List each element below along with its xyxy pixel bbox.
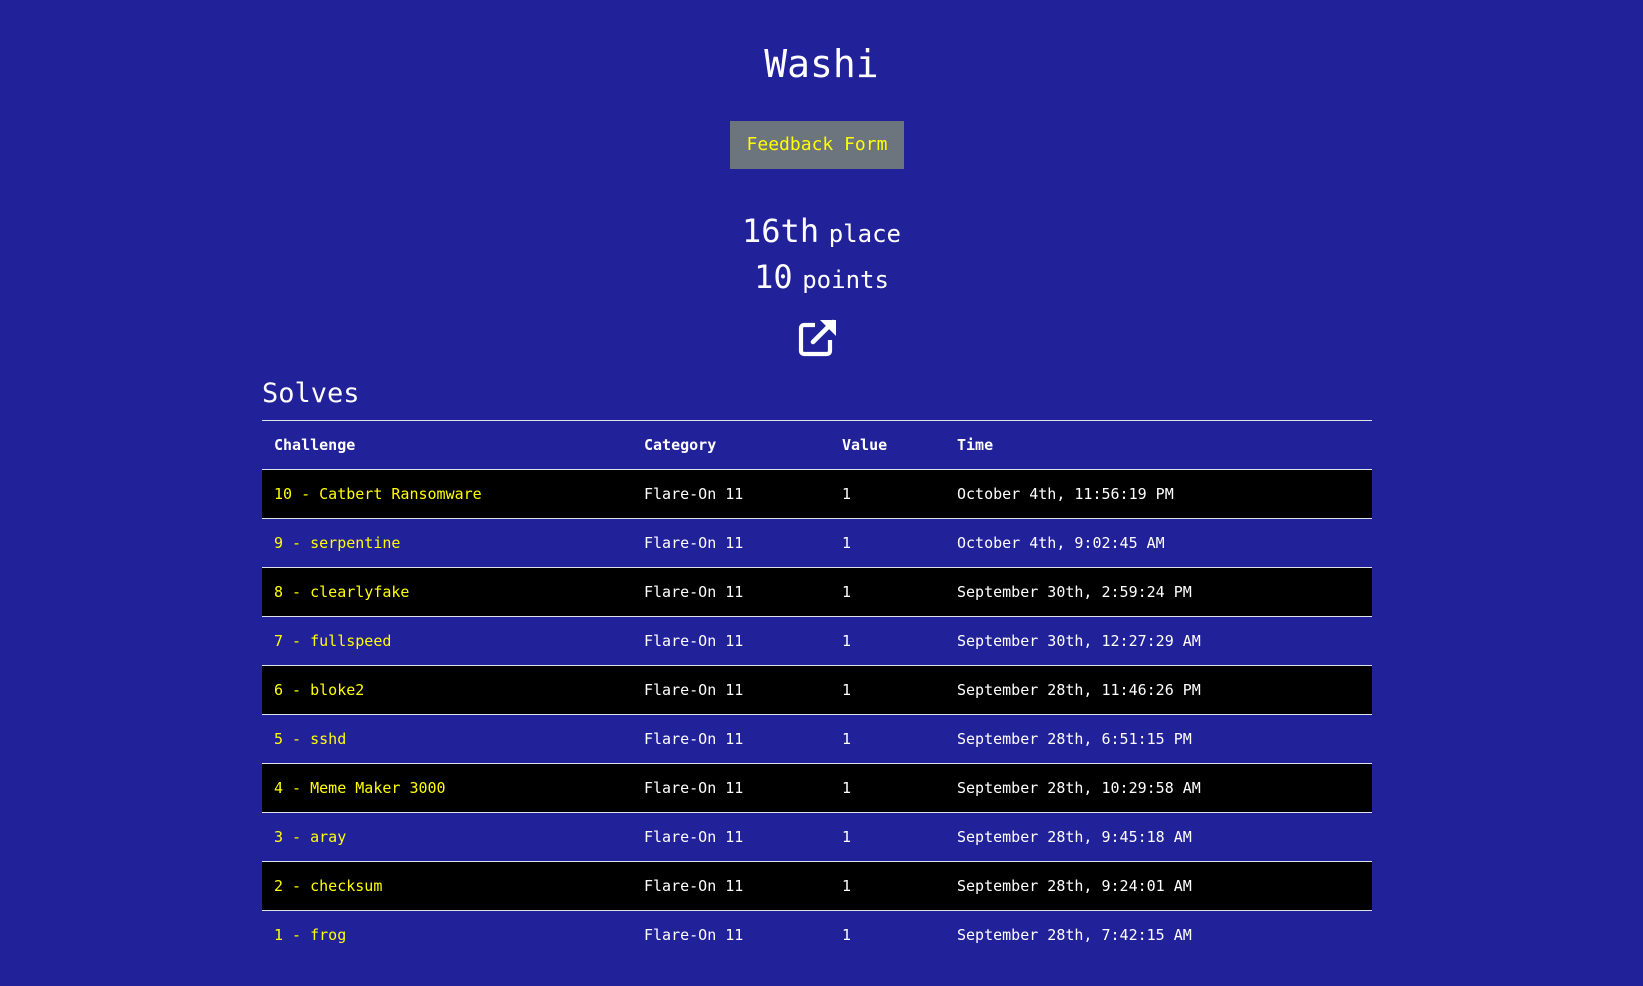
points-stat: 10 points xyxy=(0,256,1643,301)
table-header-row: Challenge Category Value Time xyxy=(262,420,1372,470)
table-row: 7 - fullspeed Flare-On 11 1 September 30… xyxy=(262,616,1372,666)
value-cell: 1 xyxy=(842,681,852,699)
table-row: 9 - serpentine Flare-On 11 1 October 4th… xyxy=(262,518,1372,568)
points-value: 10 xyxy=(754,258,793,296)
category-cell: Flare-On 11 xyxy=(644,877,744,895)
challenge-cell: 9 - serpentine xyxy=(262,519,632,568)
challenge-cell: 7 - fullspeed xyxy=(262,617,632,666)
category-cell: Flare-On 11 xyxy=(644,681,744,699)
challenge-link[interactable]: 6 - bloke2 xyxy=(274,681,364,699)
challenge-cell: 3 - aray xyxy=(262,813,632,862)
feedback-form-button[interactable]: Feedback Form xyxy=(730,121,904,169)
category-cell: Flare-On 11 xyxy=(644,828,744,846)
category-cell: Flare-On 11 xyxy=(644,583,744,601)
time-cell: September 28th, 6:51:15 PM xyxy=(957,730,1192,748)
column-header-challenge: Challenge xyxy=(274,436,356,454)
value-cell: 1 xyxy=(842,877,852,895)
table-row: 5 - sshd Flare-On 11 1 September 28th, 6… xyxy=(262,714,1372,764)
table-row: 6 - bloke2 Flare-On 11 1 September 28th,… xyxy=(262,665,1372,715)
challenge-link[interactable]: 8 - clearlyfake xyxy=(274,583,409,601)
table-row: 4 - Meme Maker 3000 Flare-On 11 1 Septem… xyxy=(262,763,1372,813)
challenge-cell: 8 - clearlyfake xyxy=(262,568,632,617)
time-cell: September 28th, 10:29:58 AM xyxy=(957,779,1201,797)
category-cell: Flare-On 11 xyxy=(644,926,744,945)
category-cell: Flare-On 11 xyxy=(644,632,744,650)
time-cell: September 28th, 7:42:15 AM xyxy=(957,926,1192,945)
challenge-cell: 10 - Catbert Ransomware xyxy=(262,470,632,519)
challenge-cell: 5 - sshd xyxy=(262,715,632,764)
time-cell: October 4th, 9:02:45 AM xyxy=(957,534,1165,552)
value-cell: 1 xyxy=(842,828,852,846)
value-cell: 1 xyxy=(842,926,852,945)
solves-heading: Solves xyxy=(262,378,360,409)
value-cell: 1 xyxy=(842,730,852,748)
place-value: 16th xyxy=(742,212,820,250)
category-cell: Flare-On 11 xyxy=(644,534,744,552)
points-label: points xyxy=(802,266,889,294)
value-cell: 1 xyxy=(842,583,852,601)
value-cell: 1 xyxy=(842,779,852,797)
place-label: place xyxy=(828,220,901,248)
column-header-category: Category xyxy=(644,436,717,454)
table-row: 2 - checksum Flare-On 11 1 September 28t… xyxy=(262,861,1372,911)
challenge-link[interactable]: 3 - aray xyxy=(274,828,346,846)
column-header-time: Time xyxy=(957,436,994,454)
category-cell: Flare-On 11 xyxy=(644,730,744,748)
challenge-link[interactable]: 1 - frog xyxy=(274,926,346,944)
value-cell: 1 xyxy=(842,534,852,552)
column-header-value: Value xyxy=(842,436,888,454)
challenge-link[interactable]: 5 - sshd xyxy=(274,730,346,748)
challenge-cell: 4 - Meme Maker 3000 xyxy=(262,764,632,813)
external-link-icon[interactable] xyxy=(798,318,838,358)
place-stat: 16th place xyxy=(0,210,1643,255)
value-cell: 1 xyxy=(842,485,852,503)
challenge-link[interactable]: 9 - serpentine xyxy=(274,534,400,552)
challenge-link[interactable]: 7 - fullspeed xyxy=(274,632,391,650)
value-cell: 1 xyxy=(842,632,852,650)
challenge-cell: 2 - checksum xyxy=(262,862,632,911)
category-cell: Flare-On 11 xyxy=(644,779,744,797)
time-cell: October 4th, 11:56:19 PM xyxy=(957,485,1174,503)
challenge-link[interactable]: 4 - Meme Maker 3000 xyxy=(274,779,446,797)
table-row: 3 - aray Flare-On 11 1 September 28th, 9… xyxy=(262,812,1372,862)
solves-table: Challenge Category Value Time 10 - Catbe… xyxy=(262,420,1372,960)
time-cell: September 28th, 11:46:26 PM xyxy=(957,681,1201,699)
table-row: 8 - clearlyfake Flare-On 11 1 September … xyxy=(262,567,1372,617)
time-cell: September 28th, 9:45:18 AM xyxy=(957,828,1192,846)
time-cell: September 30th, 12:27:29 AM xyxy=(957,632,1201,650)
time-cell: September 30th, 2:59:24 PM xyxy=(957,583,1192,601)
time-cell: September 28th, 9:24:01 AM xyxy=(957,877,1192,895)
table-row: 10 - Catbert Ransomware Flare-On 11 1 Oc… xyxy=(262,469,1372,519)
page-title: Washi xyxy=(764,42,879,86)
challenge-cell: 1 - frog xyxy=(262,911,632,960)
table-row: 1 - frog Flare-On 11 1 September 28th, 7… xyxy=(262,910,1372,960)
challenge-link[interactable]: 10 - Catbert Ransomware xyxy=(274,485,482,503)
category-cell: Flare-On 11 xyxy=(644,485,744,503)
challenge-cell: 6 - bloke2 xyxy=(262,666,632,715)
challenge-link[interactable]: 2 - checksum xyxy=(274,877,382,895)
